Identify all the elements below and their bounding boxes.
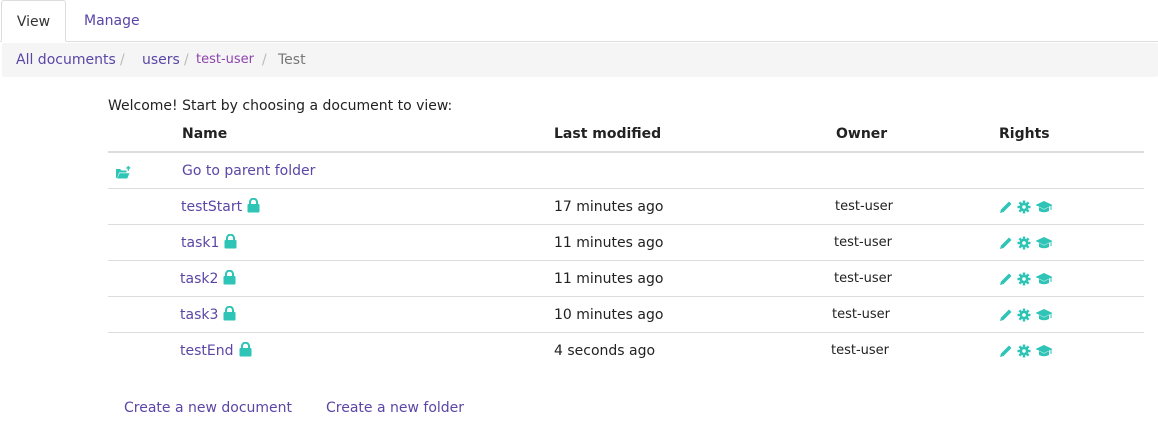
pencil-icon[interactable] bbox=[999, 344, 1013, 358]
document-link[interactable]: task3 bbox=[180, 307, 218, 323]
welcome-message: Welcome! Start by choosing a document to… bbox=[108, 98, 453, 114]
rights-cell bbox=[999, 189, 1053, 225]
document-name-cell: task3 bbox=[180, 297, 236, 333]
owner: test-user bbox=[834, 235, 893, 250]
last-modified: 11 minutes ago bbox=[554, 271, 664, 287]
table-row: testStart 17 minutes ago test-user bbox=[108, 189, 1144, 225]
last-modified: 11 minutes ago bbox=[554, 235, 664, 251]
table-row: testEnd 4 seconds ago test-user bbox=[108, 333, 1144, 369]
breadcrumb-test-user[interactable]: test-user bbox=[196, 43, 254, 77]
document-link[interactable]: testEnd bbox=[180, 343, 234, 359]
pencil-icon[interactable] bbox=[999, 200, 1013, 214]
graduation-cap-icon[interactable] bbox=[1035, 272, 1053, 286]
breadcrumb-separator: / bbox=[120, 52, 125, 68]
document-name-cell: task1 bbox=[181, 225, 237, 261]
parent-folder-link[interactable]: Go to parent folder bbox=[182, 153, 315, 189]
breadcrumb-separator: / bbox=[262, 52, 267, 68]
owner: test-user bbox=[834, 271, 893, 286]
create-document-link[interactable]: Create a new document bbox=[124, 400, 292, 416]
owner: test-user bbox=[831, 343, 890, 358]
header-name: Name bbox=[182, 126, 228, 142]
header-rights: Rights bbox=[999, 126, 1050, 142]
breadcrumb: All documents / users / test-user / Test bbox=[2, 43, 1158, 77]
parent-folder-row[interactable]: Go to parent folder bbox=[108, 153, 1144, 189]
gear-icon[interactable] bbox=[1017, 236, 1031, 250]
breadcrumb-users[interactable]: users bbox=[142, 43, 180, 77]
lock-icon bbox=[239, 342, 251, 357]
table-row: task3 10 minutes ago test-user bbox=[108, 297, 1144, 333]
last-modified: 17 minutes ago bbox=[554, 199, 664, 215]
pencil-icon[interactable] bbox=[999, 308, 1013, 322]
header-owner: Owner bbox=[836, 126, 888, 142]
create-folder-link[interactable]: Create a new folder bbox=[326, 400, 464, 416]
folder-open-icon bbox=[115, 154, 131, 190]
table-row: task2 11 minutes ago test-user bbox=[108, 261, 1144, 297]
breadcrumb-separator: / bbox=[184, 52, 189, 68]
tab-view[interactable]: View bbox=[1, 0, 66, 42]
owner: test-user bbox=[835, 199, 894, 214]
last-modified: 4 seconds ago bbox=[554, 343, 656, 359]
gear-icon[interactable] bbox=[1017, 200, 1031, 214]
rights-cell bbox=[999, 333, 1053, 369]
graduation-cap-icon[interactable] bbox=[1035, 200, 1053, 214]
document-name-cell: testEnd bbox=[180, 333, 252, 369]
breadcrumb-current: Test bbox=[278, 52, 306, 68]
document-name-cell: task2 bbox=[180, 261, 236, 297]
breadcrumb-all-documents[interactable]: All documents bbox=[16, 43, 116, 77]
document-name-cell: testStart bbox=[181, 189, 260, 225]
table-row: task1 11 minutes ago test-user bbox=[108, 225, 1144, 261]
rights-cell bbox=[999, 297, 1053, 333]
owner: test-user bbox=[832, 307, 891, 322]
lock-icon bbox=[223, 270, 236, 285]
gear-icon[interactable] bbox=[1017, 308, 1031, 322]
gear-icon[interactable] bbox=[1017, 344, 1031, 358]
lock-icon bbox=[247, 198, 260, 213]
pencil-icon[interactable] bbox=[999, 272, 1013, 286]
lock-icon bbox=[224, 234, 237, 249]
lock-icon bbox=[223, 306, 236, 321]
graduation-cap-icon[interactable] bbox=[1035, 236, 1053, 250]
rights-cell bbox=[999, 225, 1053, 261]
last-modified: 10 minutes ago bbox=[554, 307, 664, 323]
gear-icon[interactable] bbox=[1017, 272, 1031, 286]
document-link[interactable]: testStart bbox=[181, 199, 242, 215]
pencil-icon[interactable] bbox=[999, 236, 1013, 250]
header-last-modified: Last modified bbox=[554, 126, 662, 142]
graduation-cap-icon[interactable] bbox=[1035, 344, 1053, 358]
tab-bar: View Manage bbox=[0, 0, 1158, 42]
rights-cell bbox=[999, 261, 1053, 297]
tab-manage[interactable]: Manage bbox=[68, 0, 156, 42]
document-link[interactable]: task2 bbox=[180, 271, 218, 287]
graduation-cap-icon[interactable] bbox=[1035, 308, 1053, 322]
document-link[interactable]: task1 bbox=[181, 235, 219, 251]
